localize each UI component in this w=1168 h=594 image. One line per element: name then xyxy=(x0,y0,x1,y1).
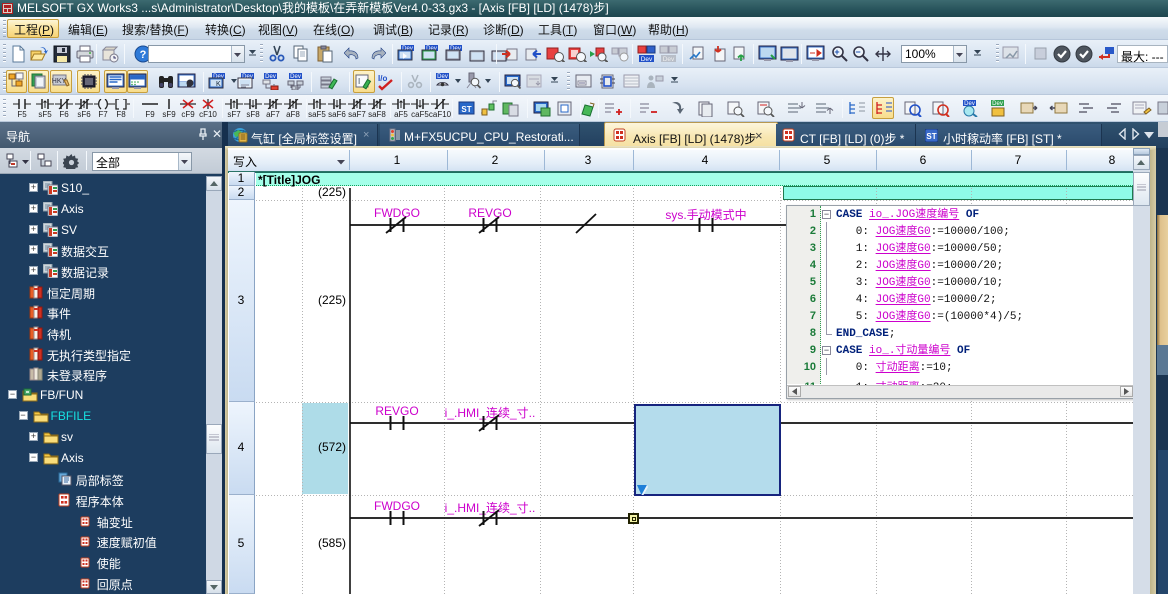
svg-text:Dev: Dev xyxy=(663,56,675,63)
svg-text:Dev: Dev xyxy=(290,74,301,80)
svg-text:Dev: Dev xyxy=(641,56,653,63)
svg-text:Dev: Dev xyxy=(437,74,448,80)
svg-text:Dev: Dev xyxy=(992,101,1003,107)
svg-text:?: ? xyxy=(140,49,147,61)
svg-text:K: K xyxy=(216,81,221,88)
svg-text:I/o: I/o xyxy=(378,74,387,83)
svg-text:+: + xyxy=(834,47,839,57)
svg-text:−: − xyxy=(855,47,860,57)
svg-text:Dev: Dev xyxy=(265,74,276,80)
svg-text:ST: ST xyxy=(926,132,936,141)
svg-text:I: I xyxy=(358,77,360,86)
svg-text:ST: ST xyxy=(461,105,471,114)
